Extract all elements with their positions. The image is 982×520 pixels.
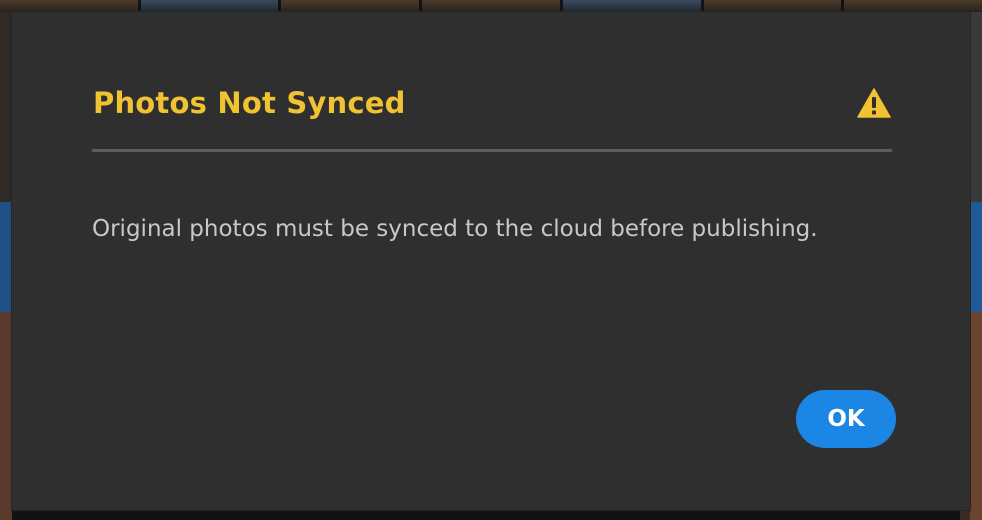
photos-not-synced-dialog: Photos Not Synced Original photos must b… [12, 12, 970, 510]
background-photo-edge-right [970, 12, 982, 520]
ok-button[interactable]: OK [796, 390, 896, 448]
photo-thumbnail [140, 0, 279, 12]
photo-thumbnail [0, 0, 138, 12]
dialog-title: Photos Not Synced [93, 86, 406, 120]
photo-thumbnail [562, 0, 701, 12]
photo-thumbnail [844, 0, 982, 12]
thumbnail-strip [0, 0, 982, 12]
photo-thumbnail [703, 0, 842, 12]
warning-icon [857, 88, 891, 118]
photo-thumbnail [281, 0, 420, 12]
dialog-message: Original photos must be synced to the cl… [92, 216, 818, 242]
background-photo-edge-left [0, 12, 12, 520]
photo-thumbnail [422, 0, 560, 12]
title-divider [92, 149, 892, 152]
